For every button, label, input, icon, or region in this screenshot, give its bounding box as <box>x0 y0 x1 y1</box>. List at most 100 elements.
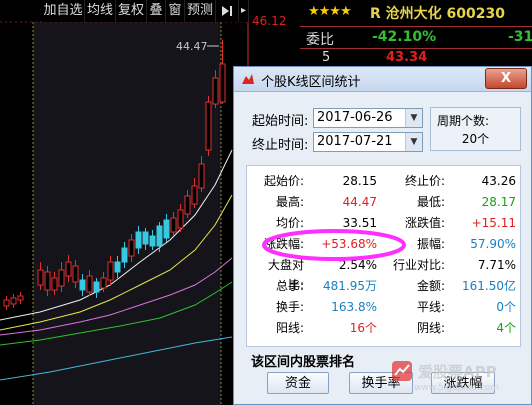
stats-row: 换手: 163.8% 平线: 0个 <box>247 297 520 317</box>
candle-body <box>10 297 17 305</box>
candle-body <box>86 275 93 293</box>
candle-body <box>184 195 191 215</box>
period-count-value: 20个 <box>461 132 490 146</box>
play-end-icon[interactable] <box>216 0 239 22</box>
stat-label: 阳线: <box>275 321 304 335</box>
period-count-label: 周期个数: <box>437 114 490 128</box>
stat-label: 总手: <box>275 279 304 293</box>
candle-body <box>114 261 121 273</box>
period-count-box: 周期个数: 20个 <box>430 107 521 151</box>
stat-label: 最低: <box>416 195 445 209</box>
quote-panel: ★★★★ R 沧州大化 600230 委比 -42.10% -31 5 43.3… <box>300 0 532 70</box>
candle-body <box>37 269 44 286</box>
stats-panel: 起始价: 28.15 终止价: 43.26 最高: 44.47 最低: 28.1… <box>246 165 521 347</box>
chevron-down-icon[interactable]: ▼ <box>405 133 422 151</box>
candle-body <box>65 261 72 277</box>
stats-row: 最高: 44.47 最低: 28.17 <box>247 192 520 212</box>
end-time-label: 终止时间: <box>252 138 309 153</box>
stat-value: 7.71% <box>477 258 516 272</box>
weibi-extra: -31 <box>508 29 532 45</box>
rank-by-capital-button[interactable]: 资金 <box>267 372 329 394</box>
candle-body <box>205 101 212 151</box>
price-high-label: 46.12 <box>252 14 286 28</box>
stat-value: 28.17 <box>481 195 516 209</box>
end-date-select[interactable]: 2017-07-21 ▼ <box>313 132 423 152</box>
candle-body <box>212 77 219 105</box>
candle-body <box>128 239 135 257</box>
toolbar-adjust-price[interactable]: 复权 <box>116 0 147 22</box>
weibi-label: 委比 <box>306 32 334 48</box>
candle-body <box>79 279 86 291</box>
order-price: 43.34 <box>386 50 428 65</box>
candle-body <box>17 295 24 301</box>
stat-value: 4个 <box>496 321 516 335</box>
candle-body <box>121 247 128 263</box>
candle-body <box>156 225 163 247</box>
dialog-title: 个股K线区间统计 <box>261 75 361 90</box>
candle-body <box>142 231 149 245</box>
close-button[interactable]: X <box>485 68 527 89</box>
candle-body <box>149 235 156 247</box>
stat-value: +15.11 <box>471 216 516 230</box>
candle-body <box>177 209 184 229</box>
candle-body <box>51 277 58 291</box>
toolbar-window[interactable]: 窗 <box>166 0 185 22</box>
start-date-value: 2017-06-26 <box>317 110 393 125</box>
selected-range-highlight <box>33 22 221 405</box>
stats-row: 总手: 481.95万 金额: 161.50亿 <box>247 276 520 296</box>
candle-body <box>3 299 10 307</box>
stock-name-code: R 沧州大化 600230 <box>370 6 505 22</box>
dialog-titlebar[interactable]: 个股K线区间统计 X <box>234 67 531 92</box>
stat-label: 金额: <box>416 279 445 293</box>
candle-body <box>58 269 65 287</box>
candle-body <box>72 265 79 283</box>
stats-row: 起始价: 28.15 终止价: 43.26 <box>247 171 520 191</box>
stats-row: 阳线: 16个 阴线: 4个 <box>247 318 520 338</box>
candle-body <box>219 63 226 103</box>
candle-body <box>191 185 198 205</box>
candle-body <box>100 277 107 289</box>
candle-body <box>170 217 177 233</box>
watermark-url: www.5igupiao.com <box>414 383 499 393</box>
toolbar-moving-average[interactable]: 均线 <box>85 0 116 22</box>
toolbar-overlay[interactable]: 叠 <box>147 0 166 22</box>
toolbar-forecast[interactable]: 预测 <box>185 0 216 22</box>
candle-body <box>163 219 170 239</box>
stat-label: 最高: <box>275 195 304 209</box>
watermark-brand: 爱股票APP <box>418 363 497 381</box>
stat-value: 0个 <box>496 300 516 314</box>
toolbar-add-watchlist[interactable]: 加自选 <box>42 0 85 22</box>
stat-label: 平线: <box>416 300 445 314</box>
ranking-section-title: 该区间内股票排名 <box>251 355 356 370</box>
peak-price-label: 44.47 <box>176 40 208 53</box>
candle-body <box>198 163 205 189</box>
candle-body <box>44 271 51 291</box>
chevron-down-icon[interactable]: ▼ <box>405 109 422 127</box>
weibi-value: -42.10% <box>372 29 437 45</box>
order-level: 5 <box>322 50 331 65</box>
stat-label: 终止价: <box>404 174 445 188</box>
highlight-ellipse <box>262 229 406 261</box>
stat-label: 换手: <box>275 300 304 314</box>
rating-stars: ★★★★ <box>308 4 352 19</box>
candle-body <box>135 231 142 249</box>
end-date-value: 2017-07-21 <box>317 134 393 149</box>
start-date-select[interactable]: 2017-06-26 ▼ <box>313 108 423 128</box>
candle-body <box>107 261 114 281</box>
stat-label: 阴线: <box>416 321 445 335</box>
stat-value: 28.15 <box>342 174 377 188</box>
stat-value: 16个 <box>349 321 377 335</box>
stat-value: 481.95万 <box>323 279 377 293</box>
watermark: 爱股票APP www.5igupiao.com <box>384 359 532 399</box>
stat-value: 43.26 <box>481 174 516 188</box>
stat-label: 起始价: <box>263 174 304 188</box>
watermark-logo-icon <box>392 361 412 381</box>
stat-value: 163.8% <box>331 300 377 314</box>
candle-body <box>93 281 100 293</box>
range-stats-dialog[interactable]: 个股K线区间统计 X 起始时间: 2017-06-26 ▼ 终止时间: 2017… <box>233 66 532 405</box>
stat-value: 44.47 <box>342 195 377 209</box>
toolbar-scroll-icon[interactable]: ▸ <box>239 0 249 22</box>
app-logo-icon <box>242 74 254 84</box>
start-time-label: 起始时间: <box>252 114 309 129</box>
stat-value: 57.90% <box>470 237 516 251</box>
